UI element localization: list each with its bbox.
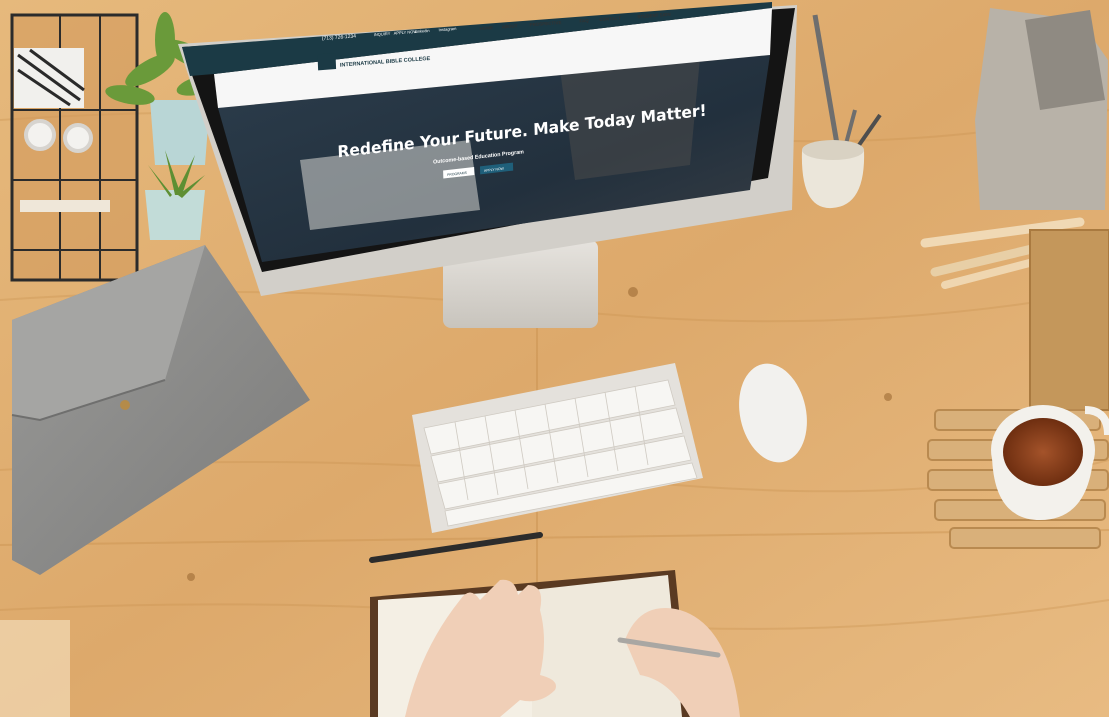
nav-home[interactable]: HOME [480, 25, 494, 31]
desk-photo: (713) 726-1234 INQUIRY APPLY NOW Linkedi… [0, 0, 1109, 717]
site-logo-abc: ABC [340, 54, 351, 61]
wood-knot [884, 393, 892, 401]
sunlight-patch [0, 620, 70, 717]
felt-bag [975, 8, 1108, 210]
wood-knot [187, 573, 195, 581]
wire-basket [10, 13, 139, 282]
wood-knot [628, 287, 638, 297]
nav-faq[interactable]: FAQ [579, 18, 589, 24]
brown-notebook [1029, 229, 1109, 411]
site-logo-icon[interactable] [317, 53, 337, 71]
